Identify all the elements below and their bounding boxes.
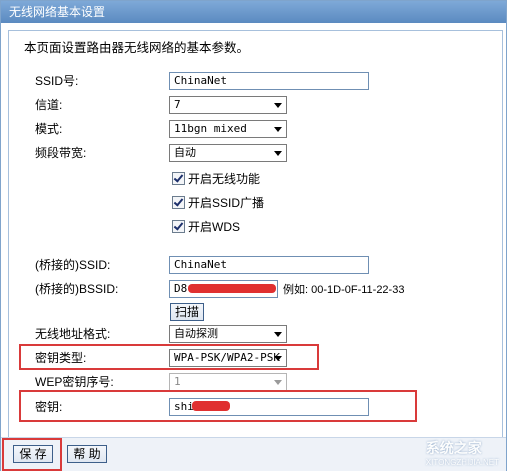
chevron-down-icon: [274, 103, 282, 108]
enable-wireless-checkbox[interactable]: 开启无线功能: [172, 172, 260, 186]
page-description: 本页面设置路由器无线网络的基本参数。: [24, 41, 250, 55]
watermark-url: XITONGZHIJIA.NET: [425, 458, 499, 467]
chevron-down-icon: [274, 127, 282, 132]
key-type-value: WPA-PSK/WPA2-PSK: [174, 351, 280, 364]
mode-label: 模式:: [35, 122, 63, 136]
bandwidth-label: 频段带宽:: [35, 146, 87, 160]
bridge-ssid-input[interactable]: ChinaNet: [169, 256, 369, 274]
window-title: 无线网络基本设置: [1, 1, 506, 23]
enable-wds-checkbox[interactable]: 开启WDS: [172, 220, 240, 234]
key-type-label: 密钥类型:: [35, 351, 87, 365]
bridge-ssid-label: (桥接的)SSID:: [35, 258, 111, 272]
address-format-label: 无线地址格式:: [35, 327, 111, 341]
bssid-example: 例如: 00-1D-0F-11-22-33: [283, 284, 405, 296]
address-format-value: 自动探测: [174, 327, 218, 340]
checkbox-checked-icon: [172, 172, 185, 185]
enable-ssid-broadcast-checkbox[interactable]: 开启SSID广播: [172, 196, 264, 210]
address-format-select[interactable]: 自动探测: [169, 325, 287, 343]
checkbox-checked-icon: [172, 196, 185, 209]
chevron-down-icon: [274, 380, 282, 385]
key-value: shi: [174, 400, 194, 413]
watermark-text: 系统之家: [425, 440, 482, 456]
key-type-select[interactable]: WPA-PSK/WPA2-PSK: [169, 349, 287, 367]
wep-index-label: WEP密钥序号:: [35, 375, 114, 389]
redaction-mark: [192, 401, 230, 411]
bridge-bssid-label: (桥接的)BSSID:: [35, 282, 119, 296]
wep-index-select[interactable]: 1: [169, 373, 287, 391]
mode-select[interactable]: 11bgn mixed: [169, 120, 287, 138]
redaction-mark: [188, 284, 276, 293]
watermark-logo: 系统之家 XITONGZHIJIA.NET: [426, 438, 499, 467]
channel-select[interactable]: 7: [169, 96, 287, 114]
key-label: 密钥:: [35, 400, 63, 414]
checkbox-checked-icon: [172, 220, 185, 233]
scan-button[interactable]: 扫描: [170, 303, 204, 321]
ssid-input[interactable]: ChinaNet: [169, 72, 369, 90]
enable-wireless-label: 开启无线功能: [188, 172, 261, 186]
chevron-down-icon: [274, 356, 282, 361]
chevron-down-icon: [274, 151, 282, 156]
wep-index-value: 1: [174, 375, 181, 388]
enable-wds-label: 开启WDS: [188, 220, 240, 234]
enable-ssid-broadcast-label: 开启SSID广播: [188, 196, 265, 210]
help-button[interactable]: 帮 助: [67, 445, 107, 463]
channel-label: 信道:: [35, 98, 63, 112]
bandwidth-select[interactable]: 自动: [169, 144, 287, 162]
save-button[interactable]: 保 存: [13, 445, 53, 463]
mode-value: 11bgn mixed: [174, 122, 247, 135]
chevron-down-icon: [274, 332, 282, 337]
ssid-label: SSID号:: [35, 74, 79, 88]
channel-value: 7: [174, 98, 181, 111]
bandwidth-value: 自动: [174, 146, 196, 159]
